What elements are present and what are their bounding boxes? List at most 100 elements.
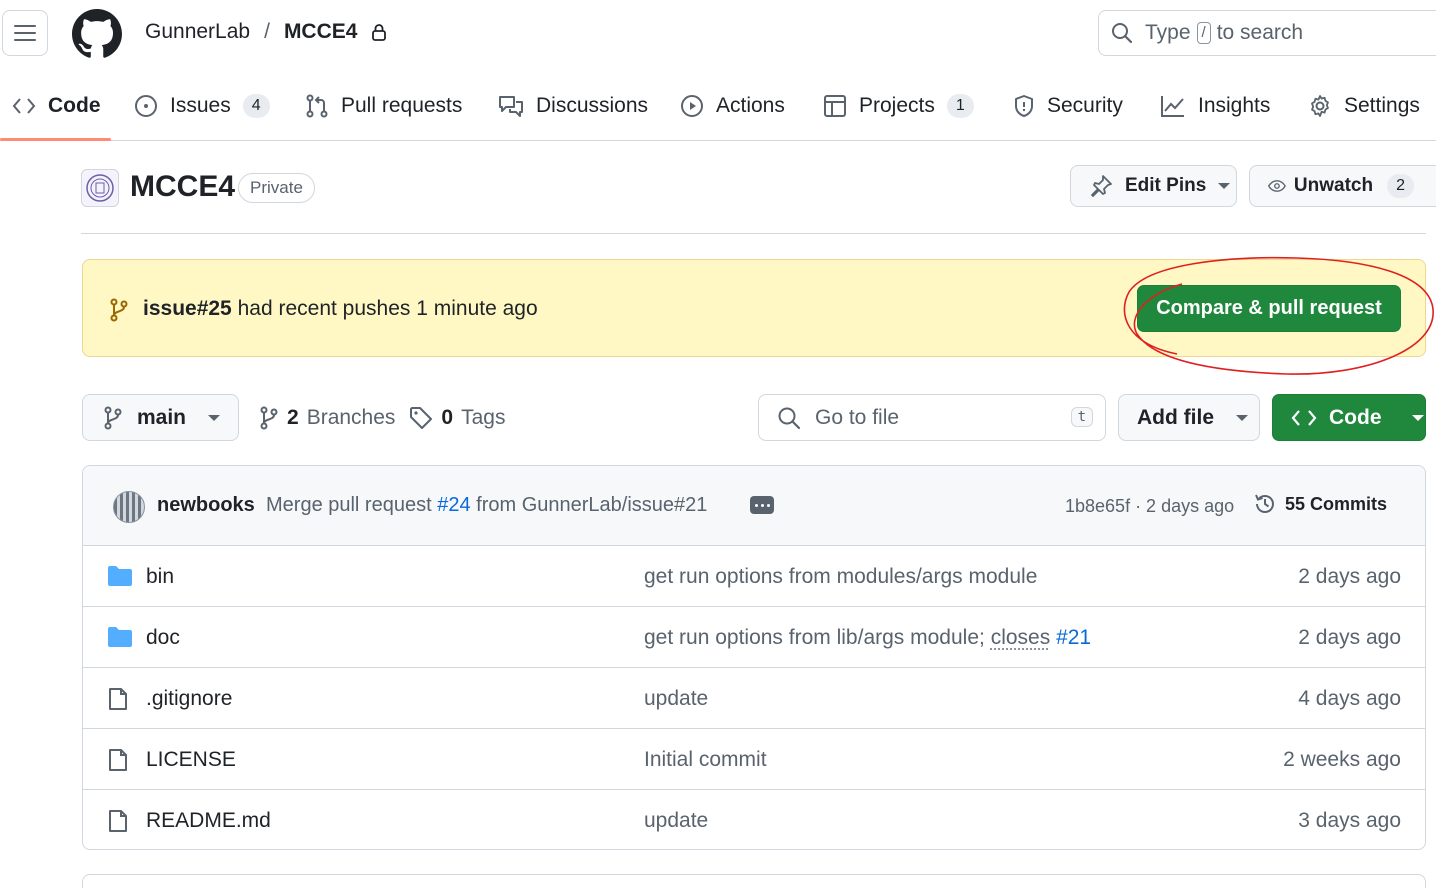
tab-security[interactable]: Security	[1013, 70, 1123, 141]
code-dropdown-button[interactable]: Code	[1272, 394, 1426, 441]
lock-icon	[372, 24, 387, 41]
expand-commit-message-button[interactable]	[750, 496, 774, 514]
tab-label: Issues	[170, 93, 231, 117]
commit-sha-time[interactable]: 1b8e65f · 2 days ago	[1065, 496, 1234, 517]
repo-link[interactable]: MCCE4	[284, 20, 358, 44]
compare-pull-request-button[interactable]: Compare & pull request	[1137, 285, 1401, 332]
avatar[interactable]	[113, 491, 145, 523]
file-name[interactable]: bin	[146, 565, 174, 589]
table-row[interactable]: bin get run options from modules/args mo…	[83, 546, 1425, 607]
pull-request-icon	[306, 94, 328, 117]
commit-pr-link[interactable]: #24	[437, 494, 470, 516]
file-listing: newbooks Merge pull request #24 from Gun…	[82, 465, 1426, 850]
owner-link[interactable]: GunnerLab	[145, 20, 250, 44]
issue-link[interactable]: #21	[1056, 626, 1091, 649]
branch-icon	[110, 298, 128, 322]
watch-count-badge: 2	[1387, 174, 1414, 198]
table-row[interactable]: .gitignore update 4 days ago	[83, 668, 1425, 729]
code-icon	[12, 97, 36, 114]
code-button-label: Code	[1329, 405, 1382, 429]
search-shortcut-key: /	[1196, 22, 1211, 44]
repo-owner-avatar	[81, 169, 119, 207]
chevron-down-icon	[1236, 414, 1248, 421]
search-placeholder-prefix: Type	[1145, 21, 1191, 44]
closes-keyword: closes	[990, 626, 1051, 649]
unwatch-button[interactable]: Unwatch 2	[1249, 165, 1436, 207]
go-to-file-input[interactable]: Go to file t	[758, 394, 1106, 441]
unwatch-label: Unwatch	[1293, 175, 1374, 196]
commit-author[interactable]: newbooks	[157, 494, 255, 517]
file-name[interactable]: .gitignore	[146, 687, 232, 711]
active-tab-indicator	[0, 138, 111, 141]
tab-label: Discussions	[536, 93, 649, 117]
search-icon	[1112, 23, 1133, 44]
file-commit-message[interactable]: update	[644, 809, 708, 833]
tab-label: Pull requests	[341, 93, 463, 117]
repo-name-heading[interactable]: MCCE4	[130, 170, 235, 204]
tab-label: Actions	[716, 93, 785, 117]
repo-stats: 2 Branches 0 Tags	[259, 406, 505, 430]
branches-link[interactable]: 2 Branches	[259, 406, 395, 430]
issue-icon	[135, 94, 157, 117]
issues-count-badge: 4	[242, 93, 270, 118]
edit-pins-button[interactable]: Edit Pins	[1070, 165, 1237, 207]
discussion-icon	[499, 95, 523, 117]
search-placeholder-suffix: to search	[1216, 21, 1304, 44]
recent-push-text: issue#25 had recent pushes 1 minute ago	[143, 297, 538, 321]
file-commit-date: 2 days ago	[1298, 626, 1401, 649]
file-commit-message[interactable]: get run options from lib/args module; cl…	[644, 626, 1091, 650]
commits-history-link[interactable]: 55 Commits	[1253, 492, 1387, 516]
add-file-label: Add file	[1137, 405, 1214, 429]
tab-settings[interactable]: Settings	[1308, 70, 1420, 141]
search-input[interactable]: Type / to search	[1098, 10, 1436, 56]
tab-issues[interactable]: Issues 4	[134, 70, 270, 141]
tags-count: 0	[441, 406, 454, 429]
tab-pull-requests[interactable]: Pull requests	[305, 70, 462, 141]
commit-message[interactable]: Merge pull request #24 from GunnerLab/is…	[266, 494, 707, 517]
branch-selector[interactable]: main	[82, 394, 239, 441]
github-logo-icon[interactable]	[72, 9, 122, 59]
tab-label: Insights	[1198, 93, 1271, 117]
visibility-badge: Private	[238, 173, 315, 203]
file-name[interactable]: doc	[146, 626, 180, 650]
tab-actions[interactable]: Actions	[680, 70, 785, 141]
tags-link[interactable]: 0 Tags	[409, 406, 505, 430]
tab-insights[interactable]: Insights	[1160, 70, 1270, 141]
file-commit-message[interactable]: update	[644, 687, 708, 711]
table-row[interactable]: README.md update 3 days ago	[83, 790, 1425, 849]
branch-icon	[260, 406, 278, 430]
tags-label: Tags	[461, 406, 506, 429]
breadcrumb-separator: /	[264, 20, 270, 43]
go-to-file-shortcut: t	[1070, 407, 1093, 427]
chevron-down-icon	[1411, 414, 1424, 421]
chevron-down-icon	[1218, 183, 1231, 189]
file-name[interactable]: LICENSE	[146, 748, 236, 772]
breadcrumb: GunnerLab / MCCE4	[145, 20, 387, 44]
pin-icon	[1091, 175, 1112, 197]
readme-panel	[82, 874, 1426, 888]
file-icon	[109, 810, 127, 832]
add-file-button[interactable]: Add file	[1118, 394, 1260, 441]
tab-projects[interactable]: Projects 1	[823, 70, 974, 141]
file-name[interactable]: README.md	[146, 809, 271, 833]
file-commit-message-text: get run options from lib/args module;	[644, 626, 985, 649]
commits-count: 55 Commits	[1285, 493, 1388, 514]
tab-discussions[interactable]: Discussions	[498, 70, 648, 141]
branches-count: 2	[287, 406, 299, 429]
eye-icon	[1268, 180, 1286, 192]
file-commit-message[interactable]: Initial commit	[644, 748, 767, 772]
tab-label: Projects	[859, 93, 935, 117]
branches-label: Branches	[306, 406, 396, 429]
table-row[interactable]: doc get run options from lib/args module…	[83, 607, 1425, 668]
global-header: GunnerLab / MCCE4 Type / to search	[0, 0, 1436, 70]
pushed-branch-name[interactable]: issue#25	[143, 297, 232, 320]
code-icon	[1291, 409, 1317, 426]
tab-code[interactable]: Code	[12, 70, 101, 141]
file-commit-message[interactable]: get run options from modules/args module	[644, 565, 1037, 589]
file-icon	[109, 749, 127, 771]
menu-button[interactable]	[2, 10, 48, 56]
table-row[interactable]: LICENSE Initial commit 2 weeks ago	[83, 729, 1425, 790]
latest-commit-bar: newbooks Merge pull request #24 from Gun…	[83, 466, 1425, 546]
tab-label: Security	[1047, 93, 1123, 117]
repo-nav: Code Issues 4 Pull requests Discussions …	[0, 70, 1436, 141]
